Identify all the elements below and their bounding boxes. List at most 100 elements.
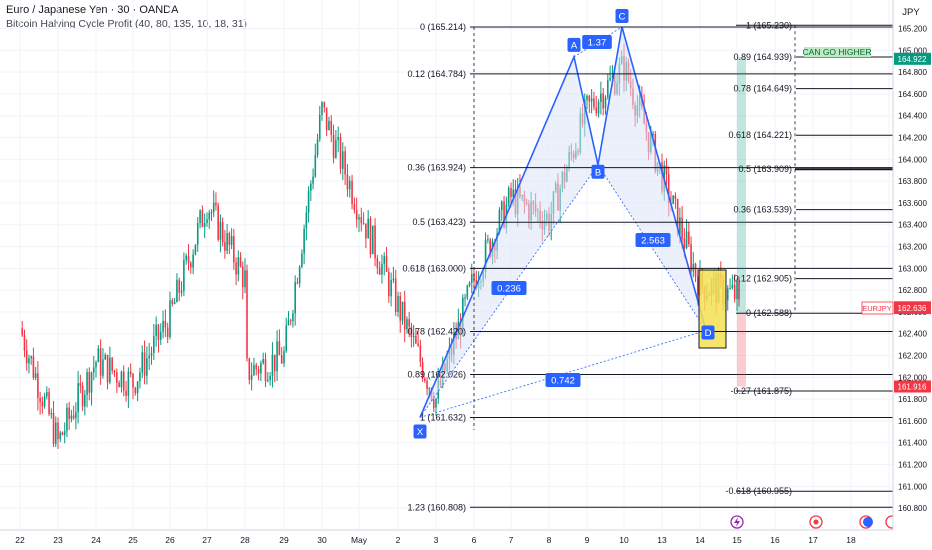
event-icon-blue[interactable] xyxy=(863,517,873,527)
candle xyxy=(250,362,253,391)
fib-level-label: 1.23 (160.808) xyxy=(407,502,466,512)
candle-body xyxy=(208,212,211,220)
candle xyxy=(70,409,73,423)
pattern-point-d[interactable]: D xyxy=(701,325,715,340)
candle-body xyxy=(609,78,611,81)
candle xyxy=(318,105,321,142)
candle xyxy=(28,354,30,374)
candle xyxy=(397,291,399,318)
price-tick: 164.600 xyxy=(898,90,927,99)
candle xyxy=(95,360,97,378)
can-go-higher-note[interactable]: CAN GO HIGHER xyxy=(803,47,872,57)
time-axis[interactable]: 22 23 24 25 26 27 28 29 30 May 2 3 6 7 8 9 10 13 14 15 16 17 1… xyxy=(0,529,893,550)
fib-level-label: 1 (161.632) xyxy=(420,412,466,422)
price-chart[interactable]: 0 (165.214) 0.12 (164.784) 0.36 (163.924) 0… xyxy=(0,0,932,550)
price-badge-text: 161.916 xyxy=(898,382,927,391)
candle xyxy=(159,323,162,346)
candle xyxy=(253,357,255,376)
ratio-xd[interactable]: 0.742 xyxy=(545,373,581,387)
candle xyxy=(235,257,237,286)
candle xyxy=(346,164,349,197)
candle-body xyxy=(34,373,37,378)
price-tick: 164.200 xyxy=(898,134,927,143)
candle-body xyxy=(597,101,600,114)
candle-body xyxy=(120,371,123,388)
candle xyxy=(348,176,351,198)
ratio-cd-text: 2.563 xyxy=(641,236,665,247)
ratio-xd-text: 0.742 xyxy=(551,376,575,387)
candle xyxy=(25,339,28,371)
candle xyxy=(321,100,323,121)
candle xyxy=(674,192,677,209)
fib-retracement-left[interactable]: 0 (165.214) 0.12 (164.784) 0.36 (163.924) 0… xyxy=(402,22,893,512)
candle xyxy=(72,405,75,420)
pattern-point-b-text: B xyxy=(595,167,601,178)
candle xyxy=(426,377,428,396)
price-axis[interactable]: JPY165.200165.000164.800164.600164.40016… xyxy=(861,0,932,550)
candle xyxy=(602,88,604,116)
candle xyxy=(344,146,346,185)
time-tick: 17 xyxy=(808,535,818,545)
fib-level-label: 0.618 (164.221) xyxy=(728,130,792,140)
candle-body xyxy=(378,267,381,275)
candle-body xyxy=(125,390,127,396)
candle xyxy=(183,252,185,297)
price-tick: 163.200 xyxy=(898,243,927,252)
candle xyxy=(323,101,326,113)
price-badge[interactable]: 162.636 xyxy=(894,302,931,315)
ratio-xb[interactable]: 0.236 xyxy=(491,281,527,295)
pattern-point-b[interactable]: B xyxy=(591,164,605,179)
candle-body xyxy=(510,187,512,198)
candle-body xyxy=(122,371,125,391)
candle-body xyxy=(28,358,30,364)
ratio-xb-text: 0.236 xyxy=(497,284,521,295)
pattern-point-x[interactable]: X xyxy=(413,424,427,439)
price-badge[interactable]: 164.922 xyxy=(894,52,931,65)
candle-body xyxy=(212,202,215,213)
candle-body xyxy=(57,422,59,440)
pattern-point-a[interactable]: A xyxy=(567,37,581,52)
candle-body xyxy=(335,140,337,158)
candle-body xyxy=(371,225,374,255)
fib-level-label: 0.89 (162.026) xyxy=(407,369,466,379)
candle-body xyxy=(604,97,607,109)
candle-body xyxy=(267,379,269,382)
candle-body xyxy=(332,134,335,158)
candle-body xyxy=(307,190,310,213)
ratio-bc[interactable]: 1.37 xyxy=(582,35,612,49)
candle xyxy=(358,214,360,232)
candle xyxy=(314,143,317,178)
candle-body xyxy=(287,320,290,326)
candle-body xyxy=(90,372,93,393)
candle xyxy=(199,209,201,229)
candle xyxy=(104,352,107,360)
pattern-point-c[interactable]: C xyxy=(615,9,629,23)
candle-body xyxy=(262,359,264,364)
ratio-cd[interactable]: 2.563 xyxy=(635,233,671,247)
candle-body xyxy=(150,353,153,356)
event-markers[interactable] xyxy=(730,515,899,529)
candle-body xyxy=(210,212,213,214)
pattern-point-d-text: D xyxy=(705,328,712,339)
candle xyxy=(468,281,471,288)
candle xyxy=(139,367,141,389)
price-badge[interactable]: 161.916 xyxy=(894,380,931,393)
candle-body xyxy=(292,313,294,322)
candle xyxy=(360,207,363,232)
candle-body xyxy=(134,387,137,394)
candle-body xyxy=(399,296,402,321)
candle-body xyxy=(162,320,164,332)
candle xyxy=(339,132,342,174)
candle xyxy=(248,357,251,385)
candle-body xyxy=(92,367,95,373)
fib-level-label: 0.89 (164.939) xyxy=(733,52,792,62)
fib-retracement-right[interactable]: 1 (165.230) 0.89 (164.939) 0.78 (164.649) 0… xyxy=(725,20,893,496)
symbol-price-badge[interactable]: EURJPY xyxy=(861,301,894,315)
price-tick: 163.400 xyxy=(898,221,927,230)
candle xyxy=(595,95,598,117)
candle-body xyxy=(348,180,351,190)
price-tick: 161.000 xyxy=(898,482,927,491)
candle-body xyxy=(339,136,342,169)
candle-body xyxy=(99,348,102,376)
candle-body xyxy=(264,359,267,382)
